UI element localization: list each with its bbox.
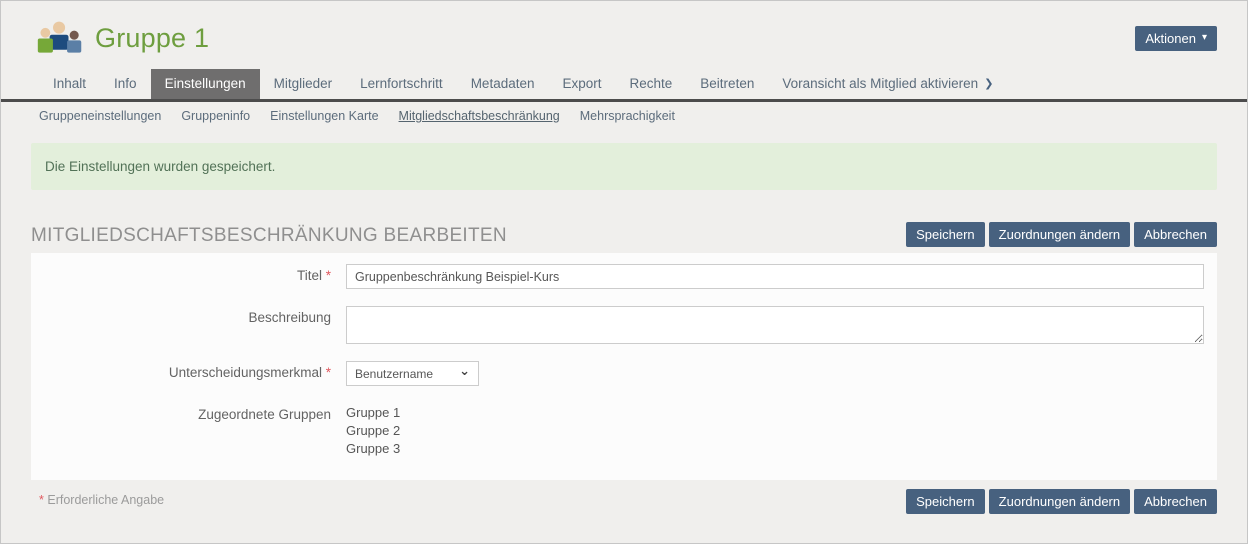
chevron-down-icon: ⌄ [459,363,470,379]
page-title: Gruppe 1 [95,23,209,54]
bottom-toolbar: Speichern Zuordnungen ändern Abbrechen [906,489,1217,514]
sub-tabbar: Gruppeneinstellungen Gruppeninfo Einstel… [1,102,1247,129]
success-message: Die Einstellungen wurden gespeichert. [31,143,1217,190]
assigned-groups-label: Zugeordnete Gruppen [31,403,346,422]
top-toolbar: Speichern Zuordnungen ändern Abbrechen [906,222,1217,247]
save-button[interactable]: Speichern [906,489,985,514]
actions-button[interactable]: Aktionen ▾ [1135,26,1217,51]
subtab-gruppeneinstellungen[interactable]: Gruppeneinstellungen [39,109,171,123]
tab-einstellungen[interactable]: Einstellungen [151,69,260,99]
subtab-mitgliedschaftsbeschraenkung[interactable]: Mitgliedschaftsbeschränkung [389,109,570,123]
assigned-groups-list: Gruppe 1 Gruppe 2 Gruppe 3 [346,403,1204,458]
tab-export[interactable]: Export [548,69,615,99]
group-members-icon [37,21,83,55]
form-row-title: Titel * [31,264,1204,289]
tab-inhalt[interactable]: Inhalt [39,69,100,99]
main-tabbar: Inhalt Info Einstellungen Mitglieder Ler… [1,69,1247,99]
tab-info[interactable]: Info [100,69,151,99]
tab-mitglieder[interactable]: Mitglieder [260,69,347,99]
description-control [346,306,1204,344]
required-asterisk: * [39,493,44,507]
ilias-group-settings-page: Gruppe 1 Aktionen ▾ Inhalt Info Einstell… [0,0,1248,544]
form-row-distinction: Unterscheidungsmerkmal * Benutzername ⌄ [31,361,1204,386]
caret-down-icon: ▾ [1202,33,1207,43]
section-header-row: MITGLIEDSCHAFTSBESCHRÄNKUNG BEARBEITEN S… [31,222,1217,247]
tab-rechte[interactable]: Rechte [616,69,687,99]
assigned-group-item: Gruppe 1 [346,404,1204,422]
distinction-selected-value: Benutzername [355,367,433,381]
cancel-button[interactable]: Abbrechen [1134,222,1217,247]
change-assignments-button[interactable]: Zuordnungen ändern [989,489,1130,514]
title-control [346,264,1204,289]
subtab-mehrsprachigkeit[interactable]: Mehrsprachigkeit [570,109,685,123]
title-input[interactable] [346,264,1204,289]
change-assignments-button[interactable]: Zuordnungen ändern [989,222,1130,247]
description-label: Beschreibung [31,306,346,325]
required-hint: * Erforderliche Angabe [31,489,164,507]
tab-beitreten[interactable]: Beitreten [686,69,768,99]
title-label: Titel * [31,264,346,283]
required-asterisk: * [326,268,331,283]
form-row-description: Beschreibung [31,306,1204,344]
actions-button-label: Aktionen [1145,31,1196,46]
subtab-einstellungen-karte[interactable]: Einstellungen Karte [260,109,388,123]
form-footer: * Erforderliche Angabe Speichern Zuordnu… [31,480,1217,514]
cancel-button[interactable]: Abbrechen [1134,489,1217,514]
distinction-select[interactable]: Benutzername ⌄ [346,361,479,386]
membership-restriction-form: Titel * Beschreibung Unterscheidungsmerk… [31,253,1217,480]
save-button[interactable]: Speichern [906,222,985,247]
page-header: Gruppe 1 Aktionen ▾ [1,1,1247,69]
assigned-group-item: Gruppe 2 [346,422,1204,440]
assigned-group-item: Gruppe 3 [346,440,1204,458]
required-asterisk: * [326,365,331,380]
distinction-control: Benutzername ⌄ [346,361,1204,386]
tab-metadaten[interactable]: Metadaten [457,69,549,99]
tab-preview-as-member[interactable]: Voransicht als Mitglied aktivieren ❯ [768,69,1007,99]
description-textarea[interactable] [346,306,1204,344]
form-row-assigned-groups: Zugeordnete Gruppen Gruppe 1 Gruppe 2 Gr… [31,403,1204,458]
tab-lernfortschritt[interactable]: Lernfortschritt [346,69,457,99]
preview-link-label: Voransicht als Mitglied aktivieren [782,76,978,91]
chevron-right-icon: ❯ [984,77,993,90]
section-title: MITGLIEDSCHAFTSBESCHRÄNKUNG BEARBEITEN [31,225,507,247]
subtab-gruppeninfo[interactable]: Gruppeninfo [171,109,260,123]
distinction-label: Unterscheidungsmerkmal * [31,361,346,380]
